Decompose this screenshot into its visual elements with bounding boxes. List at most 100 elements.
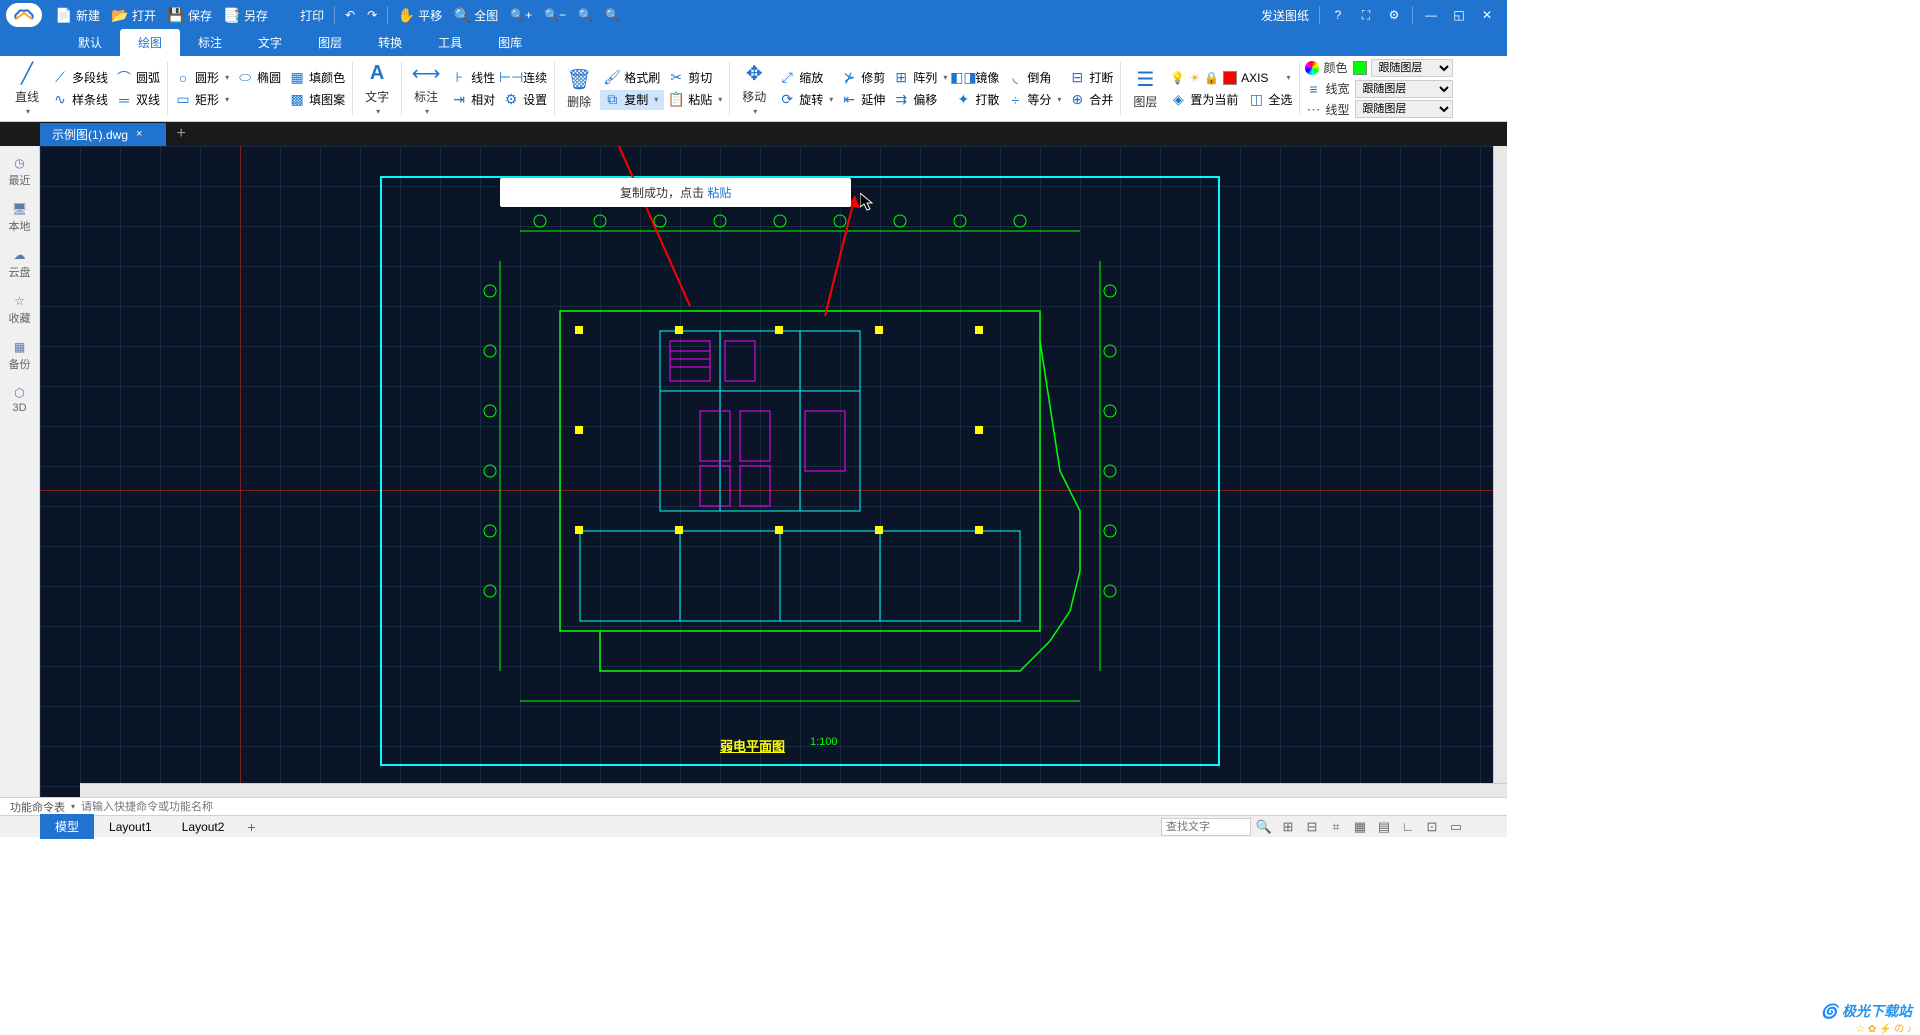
- extend-button[interactable]: ⇤延伸: [837, 90, 889, 110]
- dim-button[interactable]: ⟷标注▾: [408, 60, 444, 118]
- redo-button[interactable]: ↷: [361, 0, 383, 30]
- array-button[interactable]: ⊞阵列▾: [889, 68, 951, 88]
- status-toggle-5[interactable]: ▤: [1373, 817, 1395, 837]
- drawing-canvas[interactable]: 弱电平面图 1:100 复制成功，点击 粘贴: [40, 146, 1507, 797]
- linetype-prop[interactable]: ⋯线型跟随图层: [1303, 99, 1455, 119]
- search-button[interactable]: 🔍: [1253, 817, 1275, 837]
- layout-tab-model[interactable]: 模型: [40, 814, 94, 839]
- paste-button[interactable]: 📋粘贴▾: [664, 90, 726, 110]
- menu-annotate[interactable]: 标注: [180, 29, 240, 56]
- save-button[interactable]: 💾保存: [162, 0, 218, 30]
- copy-button[interactable]: ⧉复制▾: [600, 90, 664, 110]
- open-button[interactable]: 📂打开: [106, 0, 162, 30]
- help-button[interactable]: ?: [1324, 0, 1352, 30]
- fit-button[interactable]: 🔍全图: [448, 0, 504, 30]
- menu-layer[interactable]: 图层: [300, 29, 360, 56]
- pan-button[interactable]: ✋平移: [392, 0, 448, 30]
- scrollbar-horizontal[interactable]: [80, 783, 1507, 797]
- sidebar-item-cloud[interactable]: ☁云盘: [0, 244, 39, 284]
- circle-button[interactable]: ○圆形▾: [171, 68, 233, 88]
- relative-button[interactable]: ⇥相对: [447, 90, 499, 110]
- command-input[interactable]: [75, 801, 1501, 813]
- trim-button[interactable]: ⊁修剪: [837, 68, 889, 88]
- menu-tools[interactable]: 工具: [420, 29, 480, 56]
- explode-button[interactable]: ✦打散: [951, 90, 1003, 110]
- color-prop[interactable]: 颜色跟随图层: [1303, 58, 1455, 78]
- file-tab[interactable]: 示例图(1).dwg ×: [40, 123, 166, 146]
- break-button[interactable]: ⊟打断: [1065, 68, 1117, 88]
- search-input[interactable]: [1161, 818, 1251, 836]
- linetype-select[interactable]: 跟随图层: [1355, 100, 1453, 118]
- linewidth-prop[interactable]: ≡线宽跟随图层: [1303, 79, 1455, 99]
- linear-button[interactable]: ⊦线性: [447, 68, 499, 88]
- text-button[interactable]: A文字▾: [359, 60, 395, 118]
- fullscreen-button[interactable]: ⛶: [1352, 0, 1380, 30]
- layers-button[interactable]: ☰图层: [1127, 65, 1163, 112]
- polyline-button[interactable]: ⟋多段线: [48, 68, 112, 88]
- setcurrent-button[interactable]: ◈置为当前: [1166, 90, 1242, 110]
- layout-tab-1[interactable]: Layout1: [94, 816, 167, 838]
- new-button[interactable]: 📄新建: [50, 0, 106, 30]
- menu-default[interactable]: 默认: [60, 29, 120, 56]
- close-button[interactable]: ✕: [1473, 0, 1501, 30]
- sidebar-item-local[interactable]: 🖥本地: [0, 198, 39, 238]
- offset-button[interactable]: ⇉偏移: [889, 90, 951, 110]
- equal-button[interactable]: ÷等分▾: [1003, 90, 1065, 110]
- sidebar-item-favorite[interactable]: ☆收藏: [0, 290, 39, 330]
- rect-button[interactable]: ▭矩形▾: [171, 90, 233, 110]
- formatbrush-button[interactable]: 🖌格式刷: [600, 68, 664, 88]
- sidebar-item-3d[interactable]: ⬡3D: [0, 382, 39, 418]
- move-button[interactable]: ✥移动▾: [736, 60, 772, 118]
- sidebar-item-backup[interactable]: ▦备份: [0, 336, 39, 376]
- delete-button[interactable]: 🗑删除: [561, 65, 597, 112]
- arc-button[interactable]: ⌒圆弧: [112, 68, 164, 88]
- saveas-button[interactable]: 📑另存: [218, 0, 274, 30]
- zoomprev-button[interactable]: 🔍: [599, 0, 626, 30]
- file-tab-add[interactable]: +: [166, 125, 195, 143]
- menu-convert[interactable]: 转换: [360, 29, 420, 56]
- undo-button[interactable]: ↶: [339, 0, 361, 30]
- continuous-button[interactable]: ⊢⊣连续: [499, 68, 551, 88]
- layout-tab-add[interactable]: +: [239, 819, 263, 835]
- minimize-button[interactable]: —: [1417, 0, 1445, 30]
- status-toggle-7[interactable]: ⊡: [1421, 817, 1443, 837]
- spline-button[interactable]: ∿样条线: [48, 90, 112, 110]
- fillet-button[interactable]: ◟倒角: [1003, 68, 1065, 88]
- status-toggle-1[interactable]: ⊞: [1277, 817, 1299, 837]
- dimsettings-button[interactable]: ⚙设置: [499, 90, 551, 110]
- mirror-button[interactable]: ◧◨镜像: [951, 68, 1003, 88]
- menu-draw[interactable]: 绘图: [120, 29, 180, 56]
- fillcolor-button[interactable]: ▦填颜色: [285, 68, 349, 88]
- merge-button[interactable]: ⊕合并: [1065, 90, 1117, 110]
- zoomin-button[interactable]: 🔍+: [504, 0, 538, 30]
- file-tab-close[interactable]: ×: [136, 128, 142, 140]
- print-button[interactable]: 🖨打印: [274, 0, 330, 30]
- layout-tab-2[interactable]: Layout2: [167, 816, 240, 838]
- scale-button[interactable]: ⤢缩放: [775, 68, 837, 88]
- scrollbar-vertical[interactable]: [1493, 146, 1507, 783]
- ellipse-button[interactable]: ⬭椭圆: [233, 68, 285, 88]
- sidebar-item-recent[interactable]: ◷最近: [0, 152, 39, 192]
- menu-text[interactable]: 文字: [240, 29, 300, 56]
- color-select[interactable]: 跟随图层: [1371, 59, 1453, 77]
- layer-select[interactable]: 💡☀🔒AXIS▾: [1166, 68, 1296, 88]
- status-toggle-8[interactable]: ▭: [1445, 817, 1467, 837]
- status-toggle-4[interactable]: ▦: [1349, 817, 1371, 837]
- zoomwin-button[interactable]: 🔍: [572, 0, 599, 30]
- line-button[interactable]: ╱直线▾: [9, 60, 45, 118]
- send-button[interactable]: ↗发送图纸: [1235, 0, 1315, 30]
- cut-button[interactable]: ✂剪切: [664, 68, 726, 88]
- rotate-button[interactable]: ⟳旋转▾: [775, 90, 837, 110]
- selectall-button[interactable]: ◫全选: [1244, 90, 1296, 110]
- toast-paste-link[interactable]: 粘贴: [707, 186, 731, 200]
- maximize-button[interactable]: ◱: [1445, 0, 1473, 30]
- status-toggle-3[interactable]: ⌗: [1325, 817, 1347, 837]
- zoomout-button[interactable]: 🔍−: [538, 0, 572, 30]
- dline-button[interactable]: ═双线: [112, 90, 164, 110]
- fillpattern-button[interactable]: ▩填图案: [285, 90, 349, 110]
- linewidth-select[interactable]: 跟随图层: [1355, 80, 1453, 98]
- status-toggle-6[interactable]: ∟: [1397, 817, 1419, 837]
- menu-library[interactable]: 图库: [480, 29, 540, 56]
- settings-button[interactable]: ⚙: [1380, 0, 1408, 30]
- status-toggle-2[interactable]: ⊟: [1301, 817, 1323, 837]
